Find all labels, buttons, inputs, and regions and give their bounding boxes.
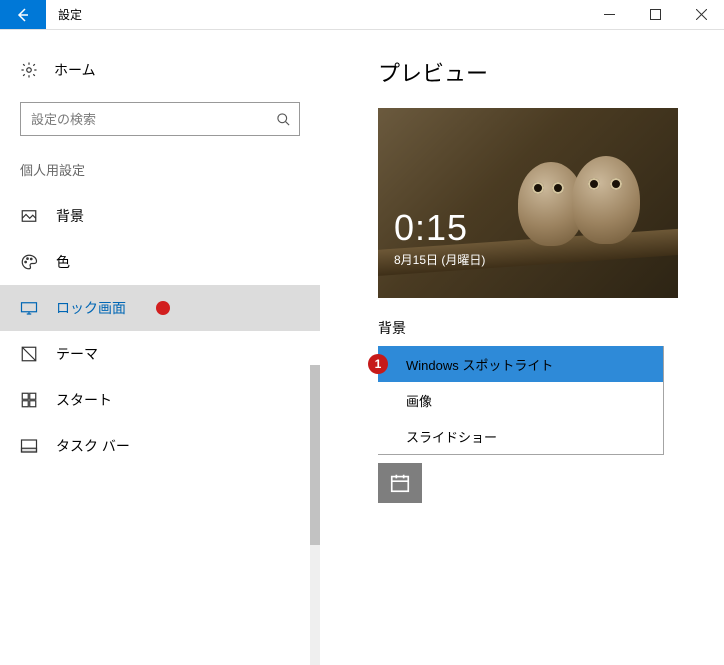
sidebar-item-colors[interactable]: 色 <box>0 239 320 285</box>
sidebar-item-label: 背景 <box>56 206 84 226</box>
lockscreen-preview: 0:15 8月15日 (月曜日) <box>378 108 678 298</box>
scrollbar-thumb[interactable] <box>310 365 320 545</box>
search-icon <box>276 112 291 127</box>
title-bar: 設定 <box>0 0 724 30</box>
sidebar-item-start[interactable]: スタート <box>0 377 320 423</box>
start-icon <box>20 391 38 409</box>
back-button[interactable] <box>0 0 46 29</box>
sidebar-item-label: タスク バー <box>56 436 130 456</box>
minimize-button[interactable] <box>586 0 632 29</box>
dropdown-option-spotlight[interactable]: 1 Windows スポットライト <box>378 346 663 382</box>
picture-icon <box>20 207 38 225</box>
search-field[interactable] <box>20 102 300 136</box>
sidebar-item-label: テーマ <box>56 344 98 364</box>
theme-icon <box>20 345 38 363</box>
sidebar-scrollbar[interactable] <box>310 365 320 665</box>
annotation-dot <box>156 301 170 315</box>
lockscreen-app-tile[interactable] <box>378 463 422 503</box>
minimize-icon <box>604 9 615 20</box>
dropdown-option-label: 画像 <box>406 391 432 410</box>
page-title: プレビュー <box>378 56 704 88</box>
sidebar-item-background[interactable]: 背景 <box>0 193 320 239</box>
category-label: 個人用設定 <box>20 160 300 179</box>
sidebar-item-label: ロック画面 <box>56 298 126 318</box>
maximize-icon <box>650 9 661 20</box>
lockscreen-icon <box>20 299 38 317</box>
sidebar-item-label: 色 <box>56 252 70 272</box>
search-input[interactable] <box>31 112 276 127</box>
dropdown-option-label: スライドショー <box>406 427 497 446</box>
sidebar-item-label: スタート <box>56 390 112 410</box>
maximize-button[interactable] <box>632 0 678 29</box>
nav-list: 背景 色 ロック画面 テーマ スタート <box>0 193 320 469</box>
sidebar: ホーム 個人用設定 背景 色 <box>0 30 320 543</box>
taskbar-icon <box>20 437 38 455</box>
close-button[interactable] <box>678 0 724 29</box>
annotation-badge: 1 <box>368 354 388 374</box>
background-label: 背景 <box>378 318 704 338</box>
dropdown-option-label: Windows スポットライト <box>406 355 553 374</box>
dropdown-option-slideshow[interactable]: スライドショー <box>378 418 663 454</box>
sidebar-item-themes[interactable]: テーマ <box>0 331 320 377</box>
gear-icon <box>20 61 38 79</box>
palette-icon <box>20 253 38 271</box>
close-icon <box>696 9 707 20</box>
preview-date: 8月15日 (月曜日) <box>394 251 485 268</box>
window-title: 設定 <box>46 0 586 29</box>
detail-pane: プレビュー 0:15 8月15日 (月曜日) 背景 1 Windows スポット… <box>320 30 724 543</box>
background-dropdown[interactable]: 1 Windows スポットライト 画像 スライドショー <box>378 346 664 455</box>
sidebar-item-lockscreen[interactable]: ロック画面 <box>0 285 320 331</box>
home-button[interactable]: ホーム <box>20 52 300 88</box>
preview-time: 0:15 <box>394 207 485 249</box>
calendar-icon <box>389 472 411 494</box>
sidebar-item-taskbar[interactable]: タスク バー <box>0 423 320 469</box>
dropdown-option-picture[interactable]: 画像 <box>378 382 663 418</box>
home-label: ホーム <box>54 60 96 80</box>
arrow-left-icon <box>15 7 31 23</box>
